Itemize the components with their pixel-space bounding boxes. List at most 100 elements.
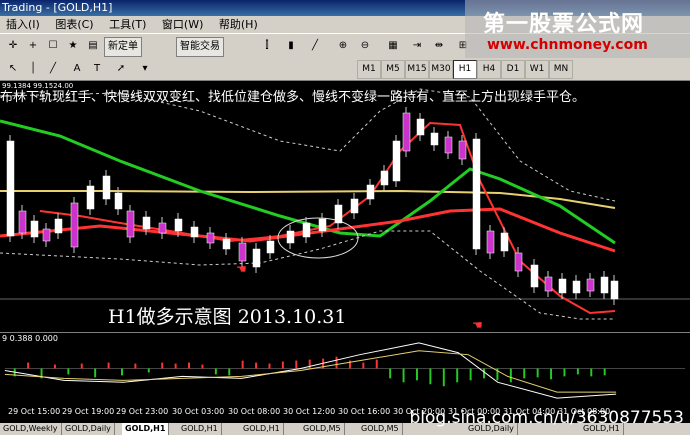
candle-body [222, 238, 231, 250]
candle-body [600, 276, 609, 294]
tab-gold-h1[interactable]: GOLD,H1 [178, 423, 222, 435]
tab-gold-m5[interactable]: GOLD,M5 [300, 423, 345, 435]
candle-body [30, 220, 39, 238]
text-icon[interactable]: A [68, 60, 86, 78]
candle-body [86, 185, 95, 210]
fast-ma-line [39, 121, 616, 315]
tab-gold-daily[interactable]: GOLD,Daily [62, 423, 115, 435]
scroll-icon[interactable]: ⇥ [408, 37, 426, 55]
upper-band [0, 88, 616, 202]
time-label: 29 Oct 15:00 [8, 407, 61, 416]
candle-body [380, 170, 389, 186]
candle-body [350, 198, 359, 214]
tile-icon[interactable]: ▦ [384, 37, 402, 55]
market-watch-icon[interactable]: ☐ [44, 37, 62, 55]
site-logo: 第一股票公式网 www.chnmoney.com [465, 0, 690, 58]
candle-body [318, 218, 327, 232]
time-label: 30 Oct 03:00 [172, 407, 225, 416]
menu-charts[interactable]: 图表(C) [49, 16, 99, 33]
history-icon[interactable]: ▤ [84, 37, 102, 55]
candle-body [572, 280, 581, 294]
label-icon[interactable]: T [88, 60, 106, 78]
candle-body [472, 138, 481, 250]
time-label: 30 Oct 16:00 [338, 407, 391, 416]
tab-gold-h1[interactable]: GOLD,H1 [240, 423, 284, 435]
menu-window[interactable]: 窗口(W) [156, 16, 209, 33]
tab-gold-m5[interactable]: GOLD,M5 [358, 423, 403, 435]
trendline-icon[interactable]: ╱ [44, 60, 62, 78]
candle-body [530, 264, 539, 288]
chart-caption: H1做多示意图 2013.10.31 [108, 306, 347, 328]
candle-body [190, 226, 199, 238]
candle-body [500, 232, 509, 252]
candle-body [366, 184, 375, 200]
dropdown-icon[interactable]: ▾ [136, 60, 154, 78]
logo-url: www.chnmoney.com [487, 37, 648, 53]
timeframe-d1[interactable]: D1 [501, 60, 525, 79]
timeframe-mn[interactable]: MN [549, 60, 573, 79]
shift-icon[interactable]: ⇹ [430, 37, 448, 55]
menu-insert[interactable]: 插入(I) [0, 16, 46, 33]
timeframe-h4[interactable]: H4 [477, 60, 501, 79]
candle-body [334, 204, 343, 224]
candle-body [158, 222, 167, 234]
timeframe-m30[interactable]: M30 [429, 60, 453, 79]
time-label: 29 Oct 19:00 [62, 407, 115, 416]
navigator-icon[interactable]: ★ [64, 37, 82, 55]
sell-signal-icon: ☚ [472, 318, 483, 332]
candle-body [610, 280, 619, 300]
menu-tools[interactable]: 工具(T) [103, 16, 152, 33]
timeframe-m15[interactable]: M15 [405, 60, 429, 79]
oscillator-info: 9 0.388 0.000 [2, 334, 58, 343]
candle-body [206, 232, 215, 244]
candle-body [458, 140, 467, 160]
arrow-icon[interactable]: ➚ [112, 60, 130, 78]
cursor-icon[interactable]: ↖ [4, 60, 22, 78]
timeframe-w1[interactable]: W1 [525, 60, 549, 79]
timeframe-m1[interactable]: M1 [357, 60, 381, 79]
candle-body [174, 218, 183, 232]
zoom-out-icon[interactable]: ⊖ [356, 37, 374, 55]
new-order-button[interactable]: 新定单 [104, 37, 142, 57]
time-label: 29 Oct 23:00 [116, 407, 169, 416]
price-chart[interactable]: ☚☚ [0, 81, 690, 332]
oscillator-panel[interactable] [0, 332, 690, 403]
timeframe-m5[interactable]: M5 [381, 60, 405, 79]
candle-body [70, 202, 79, 248]
candle-body [114, 192, 123, 210]
timeframe-h1[interactable]: H1 [453, 60, 477, 79]
zoom-in-icon[interactable]: ⊕ [334, 37, 352, 55]
buy-signal-icon: ☚ [236, 262, 247, 276]
tab-gold-h1-active[interactable]: GOLD,H1 [122, 423, 170, 435]
candle-body [514, 252, 523, 272]
candle-body [102, 175, 111, 200]
candle-body [42, 228, 51, 242]
candle-body [416, 118, 425, 136]
candle-body [558, 278, 567, 294]
plus-icon[interactable]: + [24, 37, 42, 55]
time-label: 30 Oct 12:00 [283, 407, 336, 416]
candle-body [6, 140, 15, 237]
candlestick-icon[interactable]: ▮ [282, 37, 300, 55]
expert-advisors-button[interactable]: 智能交易 [176, 37, 224, 57]
candle-body [252, 248, 261, 268]
menu-help[interactable]: 帮助(H) [213, 16, 264, 33]
line-chart-icon[interactable]: ╱ [306, 37, 324, 55]
candle-body [430, 132, 439, 146]
candle-body [54, 218, 63, 234]
candle-body [392, 140, 401, 182]
candle-body [486, 230, 495, 254]
bar-chart-icon[interactable]: ⫿ [258, 37, 276, 55]
vertical-line-icon[interactable]: │ [24, 60, 42, 78]
blog-watermark: blog.sina.com.cn/u/3630877553 [409, 408, 684, 428]
candle-body [444, 136, 453, 154]
strategy-annotation: 布林下轨现红手、快慢线双双变红、找低位建仓做多、慢线不变绿一路持有、直至上方出现… [0, 90, 586, 105]
candle-body [126, 210, 135, 238]
tab-gold-weekly[interactable]: GOLD,Weekly [0, 423, 62, 435]
candle-body [402, 112, 411, 152]
candle-body [544, 276, 553, 292]
candle-body [286, 230, 295, 244]
candle-body [238, 242, 247, 262]
candle-body [586, 278, 595, 292]
crosshair-icon[interactable]: ✛ [4, 37, 22, 55]
